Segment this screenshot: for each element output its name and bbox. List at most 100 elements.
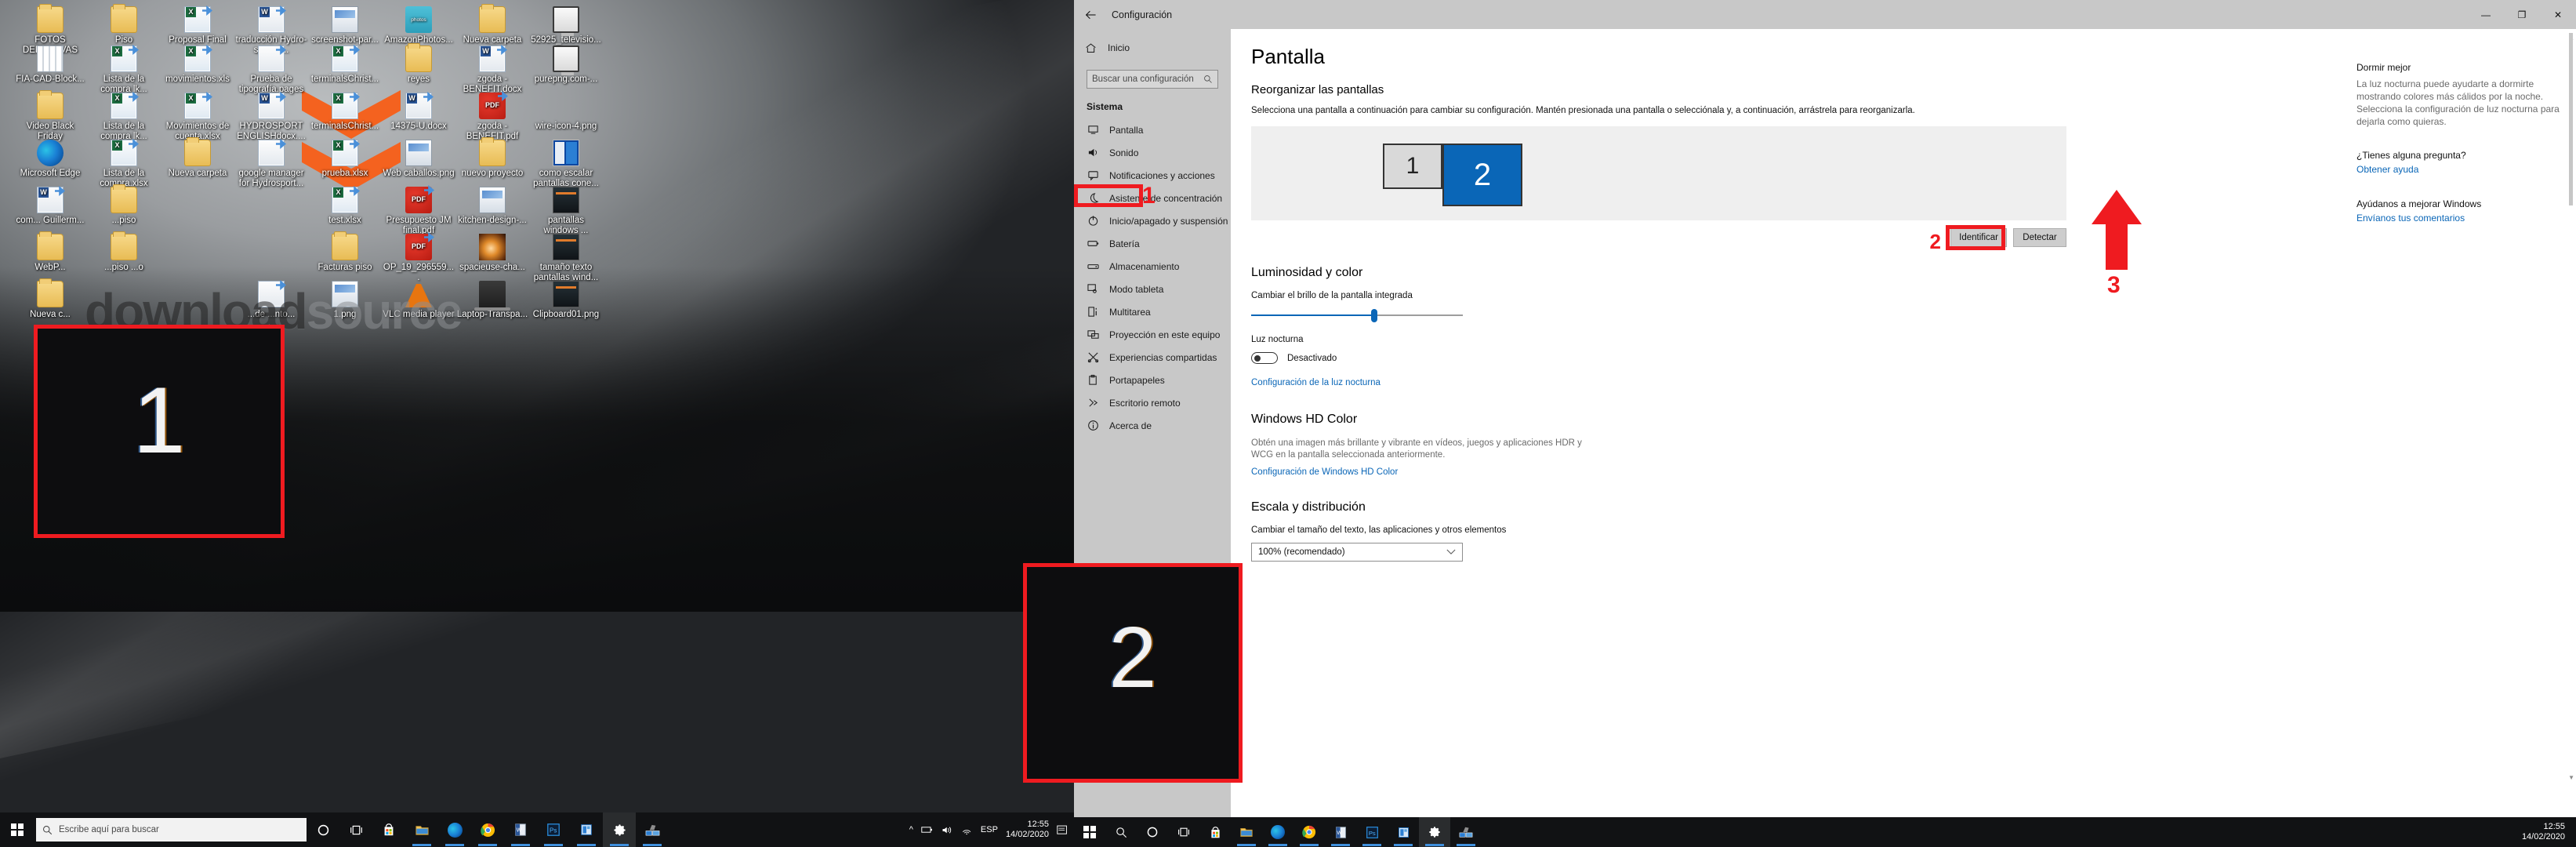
sidebar-item-escritorio-remoto[interactable]: Escritorio remoto xyxy=(1074,391,1231,414)
settings-window[interactable]: Configuración — ❐ ✕ Inicio Buscar una co xyxy=(1074,0,2576,817)
wifi-icon[interactable] xyxy=(961,825,973,835)
desktop-icon[interactable]: Movimientos de cuenta.xlsx xyxy=(161,93,234,142)
taskbar2-settings-icon[interactable] xyxy=(1419,817,1450,847)
desktop-icon[interactable]: Microsoft Edge xyxy=(14,140,86,179)
desktop-icon[interactable]: Presupuesto JM final.pdf xyxy=(383,187,455,236)
desktop-icon[interactable]: Clipboard01.png xyxy=(530,281,602,320)
display-buttons-row[interactable]: Identificar Detectar 2 xyxy=(1251,225,2066,253)
desktop-icon[interactable]: google manager for Hydrosport... xyxy=(235,140,307,189)
hd-color-settings-link[interactable]: Configuración de Windows HD Color xyxy=(1251,467,1398,477)
desktop-icon[interactable]: spacieuse-cha... xyxy=(456,234,528,273)
display-arrangement-canvas[interactable]: 1 2 xyxy=(1251,126,2066,220)
sidebar-item-sonido[interactable]: Sonido xyxy=(1074,141,1231,164)
sidebar-item-pantalla[interactable]: Pantalla xyxy=(1074,118,1231,141)
desktop-icon[interactable]: Facturas piso xyxy=(309,231,381,273)
taskbar2-cortana-icon[interactable] xyxy=(1137,817,1168,847)
scroll-down-arrow[interactable]: ▼ xyxy=(2568,774,2574,781)
scrollbar-thumb[interactable] xyxy=(2569,33,2573,205)
desktop-icon[interactable]: terminalsChrist... xyxy=(309,93,381,132)
system-tray-2[interactable]: 12:55 14/02/2020 xyxy=(2522,822,2576,842)
start-button-2[interactable] xyxy=(1074,817,1105,847)
taskbar-button-photoshop-icon[interactable]: Ps xyxy=(537,812,570,847)
taskbar-button-task-view-icon[interactable] xyxy=(339,812,372,847)
taskbar-button-publisher-icon[interactable] xyxy=(570,812,603,847)
desktop-icon[interactable]: zgoda - BENEFIT.docx xyxy=(456,45,528,95)
minimize-button[interactable]: — xyxy=(2468,0,2504,29)
desktop-icon[interactable]: FIA-CAD-Block... xyxy=(14,45,86,85)
desktop-icon[interactable]: wire-icon-4.png xyxy=(530,93,602,132)
night-light-settings-link[interactable]: Configuración de la luz nocturna xyxy=(1251,378,1381,387)
desktop-icon[interactable]: test.xlsx xyxy=(309,187,381,226)
close-button[interactable]: ✕ xyxy=(2540,0,2576,29)
taskbar2-file-explorer-icon[interactable] xyxy=(1231,817,1262,847)
desktop-icon[interactable]: screenshot-par... xyxy=(309,6,381,45)
window-scrollbar[interactable] xyxy=(2568,33,2574,802)
desktop-icon[interactable]: Lista de la compra lk... xyxy=(88,45,160,95)
brightness-slider-thumb[interactable] xyxy=(1370,309,1377,322)
desktop-icon[interactable]: Prueba de tipografía.pages xyxy=(235,45,307,95)
taskbar2-photoshop-icon[interactable]: Ps xyxy=(1356,817,1388,847)
taskbar2-edge-icon[interactable] xyxy=(1262,817,1293,847)
desktop-icon[interactable]: 14375-U.docx xyxy=(383,93,455,132)
sidebar-item-inicio-apagado-y-suspensi-n[interactable]: Inicio/apagado y suspensión xyxy=(1074,209,1231,232)
maximize-button[interactable]: ❐ xyxy=(2504,0,2540,29)
brightness-slider[interactable] xyxy=(1251,308,1463,322)
desktop-icon[interactable]: prueba.xlsx xyxy=(309,140,381,179)
settings-search-input[interactable]: Buscar una configuración xyxy=(1087,70,1218,89)
night-light-toggle-row[interactable]: Desactivado xyxy=(1251,352,2341,364)
taskbar-button-chrome-icon[interactable] xyxy=(471,812,504,847)
sidebar-item-almacenamiento[interactable]: Almacenamiento xyxy=(1074,255,1231,278)
desktop-icon[interactable]: pantallas windows ... xyxy=(530,187,602,236)
sidebar-item-home[interactable]: Inicio xyxy=(1074,35,1231,60)
desktop-icon[interactable]: reyes xyxy=(383,43,455,85)
desktop-icon[interactable]: nuevo proyecto xyxy=(456,137,528,179)
sidebar-nav-list[interactable]: Pantalla Sonido Notificaciones y acciones A… xyxy=(1074,118,1231,437)
desktop-icon[interactable]: Laptop-Transpa... xyxy=(456,281,528,320)
volume-icon[interactable] xyxy=(942,825,953,835)
taskbar-monitor-2[interactable]: W Ps 12:55 14/02/2020 xyxy=(1074,817,2576,847)
desktop-icon[interactable]: 1.png xyxy=(309,281,381,320)
desktop-icon[interactable]: Nueva carpeta xyxy=(161,137,234,179)
desktop-icon[interactable]: ...piso ...o xyxy=(88,231,160,273)
desktop-icon[interactable]: zgoda - BENEFIT.pdf xyxy=(456,93,528,142)
tray-clock[interactable]: 12:55 14/02/2020 xyxy=(1006,820,1049,840)
desktop-icon[interactable]: Web caballos.png xyxy=(383,140,455,179)
taskbar2-word-icon[interactable]: W xyxy=(1325,817,1356,847)
desktop-monitor-1[interactable]: FOTOS DEFINITIVASPisoProposal Final .xls… xyxy=(0,0,1074,847)
desktop-icon[interactable]: VLC media player xyxy=(383,281,455,320)
desktop-icon[interactable]: com... Guillerm... xyxy=(14,187,86,226)
start-button[interactable] xyxy=(0,812,34,847)
taskbar2-screen-app-icon[interactable] xyxy=(1450,817,1482,847)
taskbar-button-microsoft-store-icon[interactable] xyxy=(372,812,405,847)
night-light-toggle[interactable] xyxy=(1251,352,1278,364)
show-hidden-icons-icon[interactable]: ^ xyxy=(909,825,913,834)
taskbar-button-edge-icon[interactable] xyxy=(438,812,471,847)
sidebar-item-modo-tableta[interactable]: Modo tableta xyxy=(1074,278,1231,300)
taskbar2-search-icon[interactable] xyxy=(1105,817,1137,847)
desktop-icon[interactable]: Lista de la compra.xlsx xyxy=(88,140,160,189)
desktop-icon[interactable]: AmazonPhotos... xyxy=(383,6,455,45)
taskbar-button-word-icon[interactable]: W xyxy=(504,812,537,847)
taskbar2-publisher-icon[interactable] xyxy=(1388,817,1419,847)
sidebar-item-proyecci-n-en-este-equipo[interactable]: Proyección en este equipo xyxy=(1074,323,1231,346)
desktop-icon[interactable]: WebP... xyxy=(14,231,86,273)
detect-button[interactable]: Detectar xyxy=(2013,228,2066,247)
tray-language[interactable]: ESP xyxy=(981,825,998,834)
desktop-icon[interactable]: Video Black Friday xyxy=(14,90,86,142)
desktop-icon[interactable]: Nueva c... xyxy=(14,278,86,320)
desktop-icon[interactable]: movimientos.xls xyxy=(161,45,234,85)
desktop-icon[interactable]: kitchen-design-... xyxy=(456,187,528,226)
taskbar2-task-view-icon[interactable] xyxy=(1168,817,1199,847)
taskbar-search-input[interactable]: Escribe aquí para buscar xyxy=(36,818,307,842)
back-button[interactable] xyxy=(1074,0,1108,29)
tray-clock-2[interactable]: 12:55 14/02/2020 xyxy=(2522,822,2565,842)
desktop-icon[interactable]: OP_19_296559.... xyxy=(383,234,455,283)
display-tile-2[interactable]: 2 xyxy=(1442,144,1522,206)
taskbar-monitor-1[interactable]: Escribe aquí para buscar W Ps ^ ESP 12:5… xyxy=(0,812,1074,847)
taskbar-button-screen-app-icon[interactable] xyxy=(636,812,669,847)
taskbar-button-file-explorer-icon[interactable] xyxy=(405,812,438,847)
display-tile-1[interactable]: 1 xyxy=(1383,144,1442,189)
sidebar-item-portapapeles[interactable]: Portapapeles xyxy=(1074,369,1231,391)
sidebar-item-bater-a[interactable]: Batería xyxy=(1074,232,1231,255)
battery-icon[interactable] xyxy=(921,825,934,834)
